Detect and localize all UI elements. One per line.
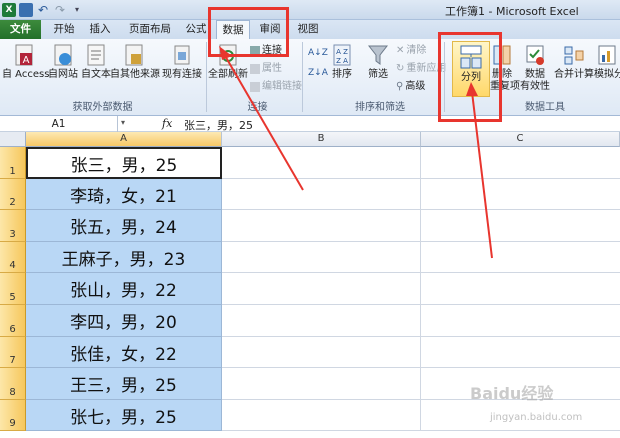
- annotation-arrow-line: [471, 91, 493, 259]
- annotation-arrowhead: [219, 46, 232, 60]
- watermark-url: jingyan.baidu.com: [490, 412, 583, 423]
- annotation-arrow-line: [223, 53, 304, 191]
- annotation-arrows: [219, 46, 493, 259]
- watermark-logo: Baidu经验: [470, 384, 554, 403]
- annotation-arrowhead: [466, 82, 478, 96]
